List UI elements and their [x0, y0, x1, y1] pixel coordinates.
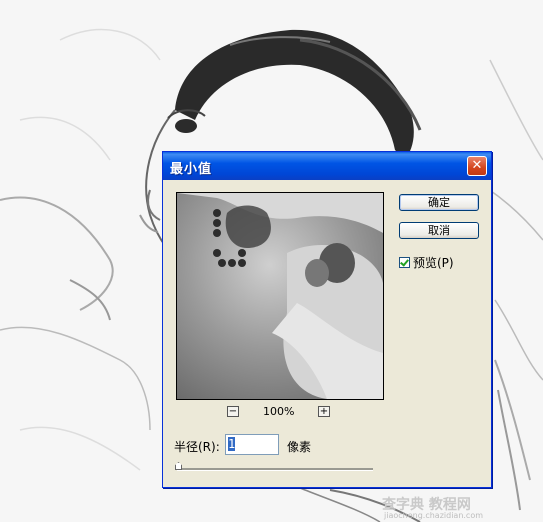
checkmark-icon[interactable] [399, 257, 410, 268]
zoom-in-button[interactable]: + [318, 406, 330, 417]
filter-preview[interactable] [176, 192, 384, 400]
radius-input[interactable]: 1 [225, 434, 279, 455]
minimum-filter-dialog: 最小值 ✕ 确定 取消 预览(P) − 100% + 半径(R): 1 像素 [162, 151, 492, 488]
watermark-url: jiaocheng.chazidian.com [384, 511, 484, 520]
cancel-button[interactable]: 取消 [399, 222, 479, 239]
radius-label: 半径(R): [174, 440, 220, 454]
dialog-titlebar[interactable]: 最小值 ✕ [163, 152, 491, 180]
radius-unit: 像素 [287, 440, 312, 454]
preview-checkbox-label: 预览(P) [413, 256, 454, 270]
preview-checkbox-row[interactable]: 预览(P) [399, 254, 454, 271]
dialog-title: 最小值 [170, 162, 213, 177]
radius-slider-thumb[interactable] [175, 462, 182, 470]
zoom-level: 100% [263, 405, 295, 418]
close-button[interactable]: ✕ [467, 156, 487, 176]
radius-value: 1 [228, 437, 236, 451]
zoom-out-button[interactable]: − [227, 406, 239, 417]
preview-image [177, 193, 383, 399]
radius-slider-track[interactable] [177, 468, 373, 471]
close-icon: ✕ [471, 158, 483, 173]
ok-button[interactable]: 确定 [399, 194, 479, 211]
